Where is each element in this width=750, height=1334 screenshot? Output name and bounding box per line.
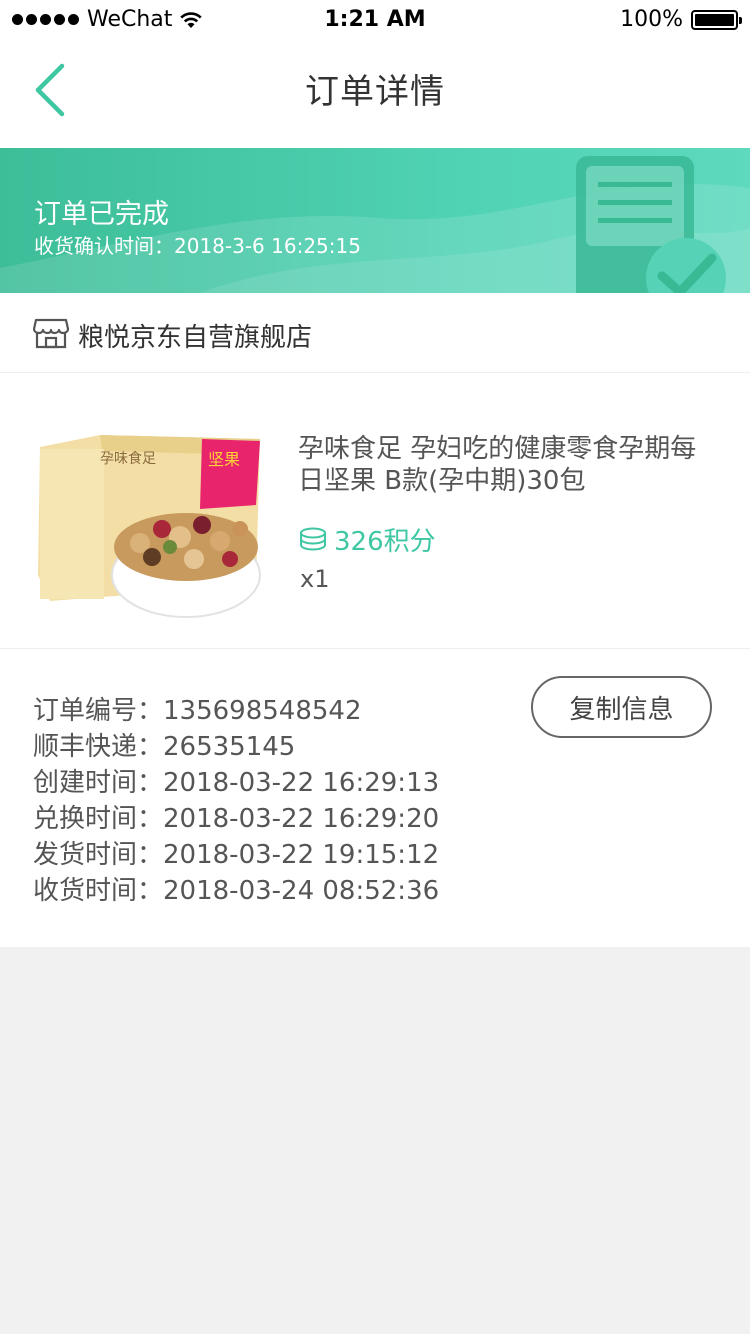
info-label: 发货时间： — [33, 840, 164, 870]
info-label: 订单编号： — [33, 696, 164, 726]
info-value: 26535145 — [163, 732, 296, 762]
info-value: 135698548542 — [163, 696, 362, 726]
battery-icon — [691, 9, 742, 30]
info-label: 收货时间： — [33, 876, 164, 906]
status-bar: WeChat 1:21 AM 100% — [0, 0, 750, 40]
page-title: 订单详情 — [305, 72, 445, 112]
info-value: 2018-03-22 19:15:12 — [163, 840, 440, 870]
shipped-time-row: 发货时间：2018-03-22 19:15:12 — [33, 837, 439, 873]
shop-name: 粮悦京东自营旗舰店 — [78, 323, 313, 353]
product-image-brand: 孕味食足 — [100, 450, 156, 467]
order-status-banner: 订单已完成 收货确认时间：2018-3-6 16:25:15 — [0, 148, 750, 293]
product-item[interactable]: 坚果 孕味食足 孕味食足 孕妇吃的健康零食孕期每日坚果 B款(孕中期)30包 3… — [0, 373, 750, 649]
info-value: 2018-03-22 16:29:13 — [163, 768, 440, 798]
product-points: 326积分 — [298, 521, 436, 558]
product-quantity: x1 — [300, 565, 330, 593]
info-label: 顺丰快递： — [33, 732, 164, 762]
receipt-confirm-time: 收货确认时间：2018-3-6 16:25:15 — [34, 234, 361, 258]
info-value: 2018-03-22 16:29:20 — [163, 804, 440, 834]
product-image: 坚果 孕味食足 — [38, 435, 261, 618]
order-info-list: 订单编号：135698548542 顺丰快递：26535145 创建时间：201… — [33, 693, 439, 909]
coin-stack-icon — [300, 527, 326, 551]
copy-info-button[interactable]: 复制信息 — [531, 676, 712, 738]
info-label: 兑换时间： — [33, 804, 164, 834]
info-value: 2018-03-24 08:52:36 — [163, 876, 440, 906]
product-title: 孕味食足 孕妇吃的健康零食孕期每日坚果 B款(孕中期)30包 — [298, 434, 697, 496]
order-status-title: 订单已完成 — [34, 199, 169, 230]
order-number-row: 订单编号：135698548542 — [33, 693, 439, 729]
nav-bar: 订单详情 — [0, 40, 750, 148]
store-icon — [33, 318, 69, 349]
points-value: 326积分 — [334, 527, 436, 557]
shop-row[interactable]: 粮悦京东自营旗舰店 — [0, 293, 750, 373]
product-image-text: 坚果 — [208, 450, 240, 469]
order-info-section: 订单编号：135698548542 顺丰快递：26535145 创建时间：201… — [0, 649, 750, 947]
received-time-row: 收货时间：2018-03-24 08:52:36 — [33, 873, 439, 909]
info-label: 创建时间： — [33, 768, 164, 798]
battery-percent: 100% — [620, 7, 683, 32]
created-time-row: 创建时间：2018-03-22 16:29:13 — [33, 765, 439, 801]
express-number-row: 顺丰快递：26535145 — [33, 729, 439, 765]
status-right: 100% — [620, 7, 742, 32]
exchange-time-row: 兑换时间：2018-03-22 16:29:20 — [33, 801, 439, 837]
